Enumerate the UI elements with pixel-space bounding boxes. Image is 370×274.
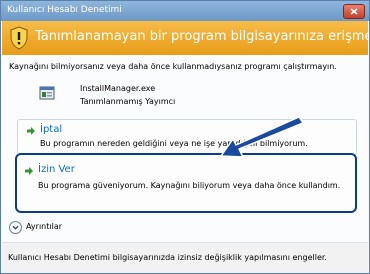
close-icon — [350, 8, 358, 15]
green-arrow-icon — [27, 127, 35, 135]
intro-text: Kaynağını bilmiyorsanız veya daha önce k… — [9, 62, 337, 71]
cancel-option[interactable]: İptal Bu programın nereden geldiğini vey… — [17, 119, 357, 155]
program-name: InstallManager.exe — [80, 84, 156, 93]
annotation-arrow-icon — [220, 116, 303, 158]
title-bar: Kullanıcı Hesabı Denetimi — [1, 1, 369, 21]
uac-dialog: Kullanıcı Hesabı Denetimi Tanımlanamayan… — [0, 0, 370, 274]
close-button[interactable] — [343, 4, 365, 19]
window-title: Kullanıcı Hesabı Denetimi — [7, 5, 122, 15]
shield-warning-icon — [10, 26, 28, 50]
footer: Kullanıcı Hesabı Denetimi bilgisayarınız… — [2, 242, 368, 273]
warning-banner: Tanımlanamayan bir program bilgisayarını… — [2, 21, 369, 55]
details-label[interactable]: Ayrıntılar — [26, 222, 62, 231]
allow-option[interactable]: İzin Ver Bu programa güveniyorum. Kaynağ… — [15, 153, 357, 213]
chevron-down-icon — [12, 225, 19, 230]
program-icon — [39, 86, 55, 100]
footer-text: Kullanıcı Hesabı Denetimi bilgisayarınız… — [8, 253, 327, 262]
green-arrow-icon — [25, 167, 33, 175]
program-publisher: Tanımlanmamış Yayımcı — [80, 97, 176, 106]
allow-title: İzin Ver — [38, 164, 75, 175]
banner-heading: Tanımlanamayan bir program bilgisayarını… — [35, 29, 369, 44]
details-expand-button[interactable] — [9, 221, 22, 234]
allow-description: Bu programa güveniyorum. Kaynağını biliy… — [38, 181, 341, 190]
cancel-title: İptal — [40, 124, 63, 135]
